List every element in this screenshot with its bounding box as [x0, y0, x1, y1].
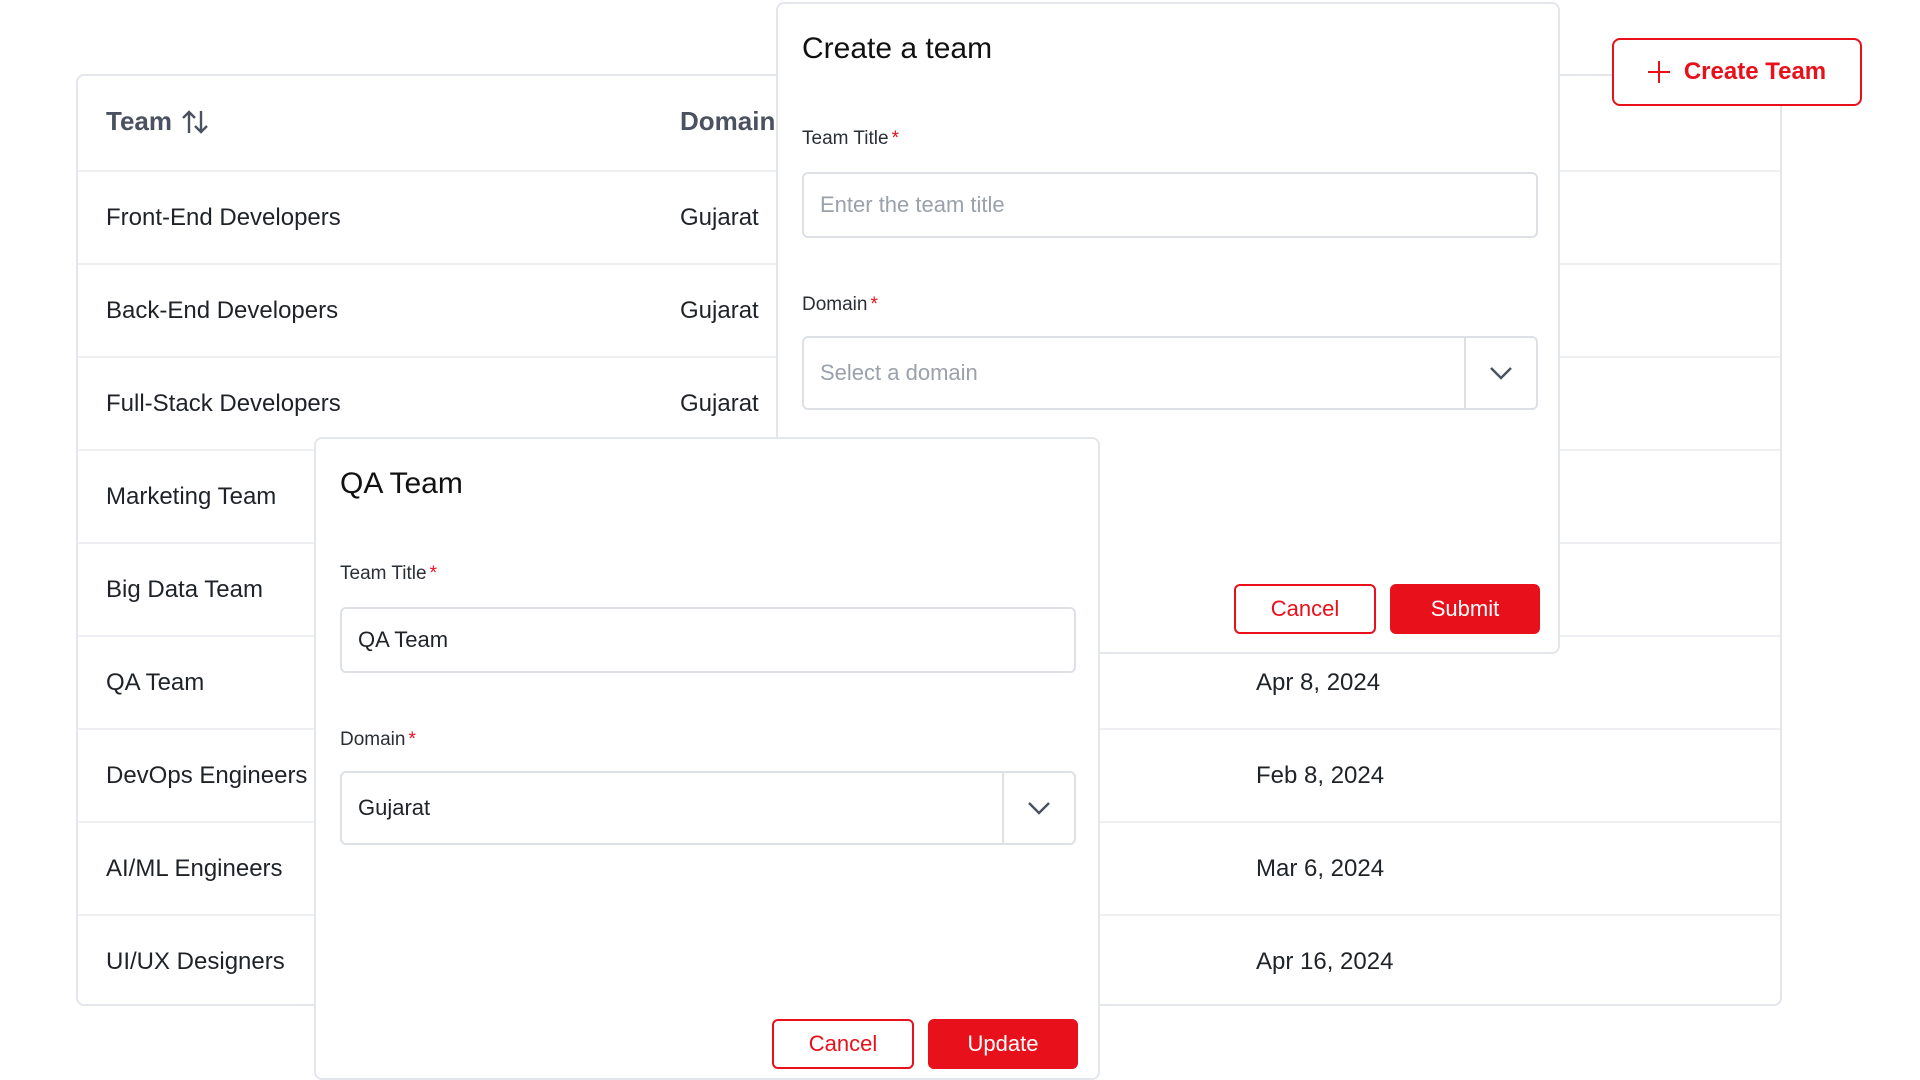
- domain-cell: Gujarat: [680, 296, 759, 324]
- domain-cell: Gujarat: [680, 389, 759, 417]
- cancel-button[interactable]: Cancel: [1234, 584, 1376, 634]
- team-name-cell: DevOps Engineers: [106, 761, 308, 789]
- edit-team-dialog: QA Team Team Title* Domain* Gujarat Canc…: [314, 437, 1100, 1080]
- team-header-label: Team: [106, 106, 172, 136]
- domain-column-header: Domain: [680, 106, 776, 136]
- team-name-cell: Marketing Team: [106, 482, 277, 510]
- update-button[interactable]: Update: [928, 1019, 1078, 1069]
- sort-icon[interactable]: [180, 107, 210, 137]
- domain-select[interactable]: Gujarat: [340, 771, 1076, 845]
- team-name-cell: Front-End Developers: [106, 203, 341, 231]
- team-title-input[interactable]: [802, 172, 1538, 238]
- domain-label: Domain *: [802, 294, 878, 315]
- domain-select-value: Gujarat: [358, 795, 431, 820]
- domain-select[interactable]: Select a domain: [802, 336, 1538, 410]
- date-cell: Apr 16, 2024: [1256, 947, 1394, 975]
- domain-label: Domain *: [340, 729, 416, 750]
- team-name-cell: Back-End Developers: [106, 296, 339, 324]
- create-team-label: Create Team: [1683, 58, 1827, 85]
- date-cell: Mar 6, 2024: [1256, 854, 1385, 882]
- create-team-button[interactable]: Create Team: [1612, 38, 1862, 106]
- dialog-title: Create a team: [802, 32, 993, 65]
- team-name-cell: Full-Stack Developers: [106, 389, 341, 417]
- cancel-button[interactable]: Cancel: [772, 1019, 914, 1069]
- team-title-label: Team Title *: [802, 128, 899, 149]
- team-name-cell: UI/UX Designers: [106, 947, 285, 975]
- team-name-cell: Big Data Team: [106, 575, 263, 603]
- plus-icon: [1647, 61, 1670, 83]
- team-title-label: Team Title *: [340, 563, 437, 584]
- domain-select-placeholder: Select a domain: [820, 360, 978, 385]
- domain-dropdown-toggle[interactable]: [1002, 773, 1074, 843]
- team-column-header[interactable]: Team: [106, 106, 210, 137]
- dialog-title: QA Team: [340, 467, 463, 500]
- chevron-down-icon: [1490, 367, 1512, 380]
- domain-dropdown-toggle[interactable]: [1464, 338, 1536, 408]
- team-title-input[interactable]: [340, 607, 1076, 673]
- team-name-cell: AI/ML Engineers: [106, 854, 283, 882]
- team-name-cell: QA Team: [106, 668, 205, 696]
- date-cell: Feb 8, 2024: [1256, 761, 1385, 789]
- domain-cell: Gujarat: [680, 203, 759, 231]
- submit-button[interactable]: Submit: [1390, 584, 1540, 634]
- chevron-down-icon: [1028, 802, 1050, 815]
